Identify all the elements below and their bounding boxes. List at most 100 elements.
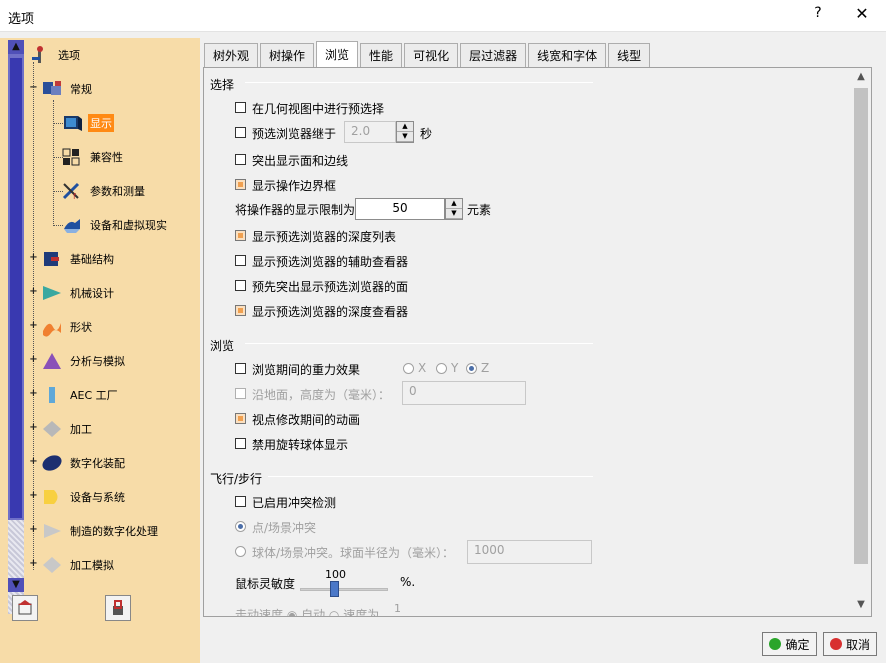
tree-item-equipment-systems[interactable]: 设备与系统 <box>40 486 127 508</box>
expander-manufacturing[interactable]: + <box>29 525 38 535</box>
tree-item-machining[interactable]: 加工 <box>40 418 94 440</box>
tab-navigation[interactable]: 浏览 <box>316 41 359 67</box>
tree-item-digital-manufacturing[interactable]: 制造的数字化处理 <box>40 520 160 542</box>
reset-options-button[interactable] <box>12 595 38 621</box>
content-scroll-thumb[interactable] <box>854 88 868 564</box>
tree-item-aec-plant[interactable]: AEC 工厂 <box>40 384 120 406</box>
gravity-label: 浏览期间的重力效果 <box>252 363 361 377</box>
animation-label: 视点修改期间的动画 <box>252 413 361 427</box>
expander-machining[interactable]: + <box>29 423 38 433</box>
expander-digital-mockup[interactable]: + <box>29 457 38 467</box>
tree-item-devices-vr[interactable]: 设备和虚拟现实 <box>60 214 169 236</box>
gravity-axis-x-label: X <box>418 361 427 375</box>
tree-item-analysis[interactable]: 分析与模拟 <box>40 350 127 372</box>
tree-item-infrastructure[interactable]: 基础结构 <box>40 248 116 270</box>
tree-item-machining-simulation[interactable]: 加工模拟 <box>40 554 116 576</box>
prehighlight-faces-label: 预先突出显示预选浏览器的面 <box>252 280 409 294</box>
shape-icon <box>40 316 64 338</box>
close-button[interactable]: ✕ <box>848 4 876 28</box>
show-aux-viewer-checkbox[interactable] <box>235 255 246 266</box>
scroll-down-arrow[interactable]: ▼ <box>8 578 24 592</box>
tree-item-mechanical-design[interactable]: 机械设计 <box>40 282 116 304</box>
show-depth-viewer-checkbox[interactable] <box>235 305 246 316</box>
cancel-button[interactable]: 取消 <box>823 632 877 656</box>
expander-aec[interactable]: + <box>29 389 38 399</box>
expander-general[interactable]: − <box>29 83 38 93</box>
expander-shape[interactable]: + <box>29 321 38 331</box>
tab-tree-manipulation[interactable]: 树操作 <box>260 43 315 67</box>
preselect-navigator-checkbox[interactable] <box>235 127 246 138</box>
scroll-up-arrow[interactable]: ▲ <box>8 40 24 54</box>
sphere-radius-field[interactable]: 1000 <box>467 540 592 564</box>
gravity-axis-y-radio[interactable] <box>436 363 447 374</box>
selection-section-title: 选择 <box>210 78 235 92</box>
tab-line-type[interactable]: 线型 <box>608 43 651 67</box>
preselect-geometry-checkbox[interactable] <box>235 102 246 113</box>
content-scrollbar[interactable]: ▲ ▼ <box>852 71 870 615</box>
manipulator-limit-field[interactable]: 50 <box>355 198 445 220</box>
collision-checkbox[interactable] <box>235 496 246 507</box>
tree-scrollbar[interactable]: ▲ ▼ <box>8 40 24 614</box>
tab-bar: 树外观 树操作 浏览 性能 可视化 层过滤器 线宽和字体 线型 <box>204 41 652 67</box>
gravity-axis-x-radio[interactable] <box>403 363 414 374</box>
preselect-delay-field[interactable]: 2.0 <box>344 121 396 143</box>
expander-infrastructure[interactable]: + <box>29 253 38 263</box>
content-scroll-up[interactable]: ▲ <box>852 71 870 87</box>
display-icon <box>60 112 84 134</box>
collision-label: 已启用冲突检测 <box>252 496 337 510</box>
show-manipulator-bbox-checkbox[interactable] <box>235 179 246 190</box>
show-depth-list-checkbox[interactable] <box>235 230 246 241</box>
ground-checkbox[interactable] <box>235 388 246 399</box>
gravity-axis-y-label: Y <box>451 361 459 375</box>
gravity-axis-z-radio[interactable] <box>466 363 477 374</box>
sphere-collision-label: 球体/场景冲突。球面半径为（毫米）： <box>252 546 455 560</box>
svg-text:f: f <box>73 192 76 201</box>
tree-item-parameters[interactable]: f 参数和测量 <box>60 180 147 202</box>
aec-plant-icon <box>40 384 64 406</box>
compatibility-icon <box>60 146 84 168</box>
walk-speed-label: 走动速度 ◉ 自动 ○ 速度为 <box>235 608 380 616</box>
analysis-icon <box>40 350 64 372</box>
tab-performance[interactable]: 性能 <box>360 43 403 67</box>
expander-mechanical-design[interactable]: + <box>29 287 38 297</box>
cancel-icon <box>830 638 842 650</box>
expander-machining-sim[interactable]: + <box>29 559 38 569</box>
tab-visualization[interactable]: 可视化 <box>404 43 459 67</box>
gravity-checkbox[interactable] <box>235 363 246 374</box>
sphere-collision-radio[interactable] <box>235 546 246 557</box>
tree-item-display[interactable]: 显示 <box>60 112 114 134</box>
ground-height-field[interactable]: 0 <box>402 381 526 405</box>
help-button[interactable]: ? <box>806 5 830 27</box>
devices-vr-icon <box>60 214 84 236</box>
point-collision-radio[interactable] <box>235 521 246 532</box>
ok-button[interactable]: 确定 <box>762 632 817 656</box>
content-scroll-down[interactable]: ▼ <box>852 599 870 615</box>
tree-root-options[interactable]: 选项 <box>28 44 82 66</box>
infrastructure-icon <box>40 248 64 270</box>
expander-analysis[interactable]: + <box>29 355 38 365</box>
tab-tree-appearance[interactable]: 树外观 <box>204 43 259 67</box>
ok-icon <box>769 638 782 650</box>
highlight-faces-checkbox[interactable] <box>235 154 246 165</box>
animation-checkbox[interactable] <box>235 413 246 424</box>
title-bar: 选项 ? ✕ <box>0 0 886 32</box>
tree-item-shape[interactable]: 形状 <box>40 316 94 338</box>
expander-equipment[interactable]: + <box>29 491 38 501</box>
walk-speed-row: 走动速度 ◉ 自动 ○ 速度为 1 <box>204 602 850 616</box>
lock-options-button[interactable] <box>105 595 131 621</box>
manipulator-limit-label: 将操作器的显示限制为 <box>235 203 356 217</box>
show-depth-list-label: 显示预选浏览器的深度列表 <box>252 230 397 244</box>
preselect-geometry-label: 在几何视图中进行预选择 <box>252 102 385 116</box>
tree-item-general[interactable]: 常规 <box>40 78 94 100</box>
tab-layer-filter[interactable]: 层过滤器 <box>460 43 527 67</box>
tree-scroll-thumb[interactable] <box>10 58 22 518</box>
gravity-axis-z-label: Z <box>481 361 490 375</box>
manipulator-limit-spinner[interactable]: ▲ ▼ <box>445 198 463 220</box>
tab-line-width-font[interactable]: 线宽和字体 <box>528 43 607 67</box>
preselect-delay-spinner[interactable]: ▲ ▼ <box>396 121 414 143</box>
tree-item-compatibility[interactable]: 兼容性 <box>60 146 125 168</box>
disable-sphere-checkbox[interactable] <box>235 438 246 449</box>
prehighlight-faces-checkbox[interactable] <box>235 280 246 291</box>
tree-item-digital-mockup[interactable]: 数字化装配 <box>40 452 127 474</box>
sensitivity-slider-thumb[interactable] <box>330 581 339 597</box>
